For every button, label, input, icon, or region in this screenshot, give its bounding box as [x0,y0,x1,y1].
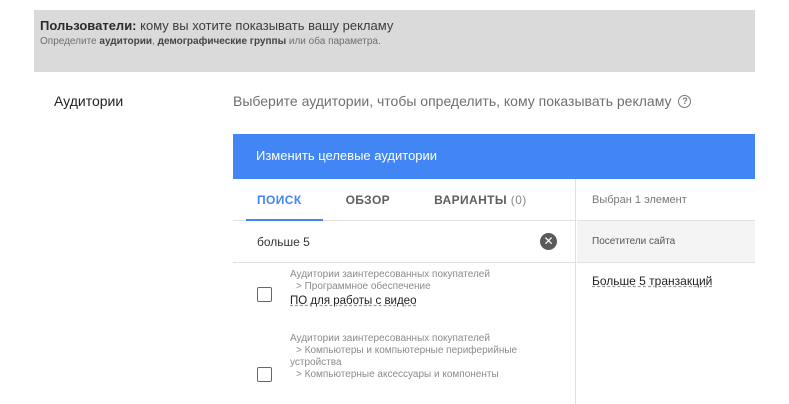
result-path-line: Аудитории заинтересованных покупателей [290,269,490,280]
tab-ideas-label: ВАРИАНТЫ [434,192,508,207]
tab-ideas-count: (0) [510,192,527,207]
audiences-label: Аудитории [54,93,124,109]
banner-sub-demographics: демографические группы [157,36,287,47]
banner-title: Пользователи: кому вы хотите показывать … [40,18,755,33]
audiences-description: Выберите аудитории, чтобы определить, ко… [233,93,692,109]
users-banner: Пользователи: кому вы хотите показывать … [34,10,755,72]
result-text: Аудитории заинтересованных покупателей >… [290,269,565,308]
selected-count: Выбран 1 элемент [577,179,755,221]
audiences-description-text: Выберите аудитории, чтобы определить, ко… [233,93,672,109]
tab-browse[interactable]: ОБЗОР [346,193,391,207]
result-path-line: устройства [290,357,342,368]
banner-title-bold: Пользователи: [40,18,137,33]
banner-sub-audiences: аудитории [99,36,153,47]
banner-sub-suffix: или оба параметра. [286,36,381,47]
result-checkbox[interactable] [257,367,272,382]
banner-subtitle: Определите аудитории, демографические гр… [40,36,755,47]
search-row: больше 5 ✕ [233,221,575,263]
tab-bar: ПОИСК ОБЗОР ВАРИАНТЫ (0) [233,179,575,221]
tab-ideas[interactable]: ВАРИАНТЫ (0) [434,193,527,207]
panel-header: Изменить целевые аудитории [233,134,755,179]
help-icon[interactable]: ? [678,94,692,108]
search-column: ПОИСК ОБЗОР ВАРИАНТЫ (0) больше 5 ✕ Ауди… [233,179,576,404]
result-path-line: > Программное обеспечение [296,281,431,292]
result-path-line: Аудитории заинтересованных покупателей [290,333,490,344]
clear-icon[interactable]: ✕ [540,233,557,250]
tab-search[interactable]: ПОИСК [257,193,302,207]
result-path-line: > Компьютеры и компьютерные периферийные [296,345,518,356]
selected-item-label: Больше 5 транзакций [592,274,713,288]
selected-column: Выбран 1 элемент Посетители сайта Больше… [577,179,755,404]
banner-title-rest: кому вы хотите показывать вашу рекламу [136,18,394,33]
result-text: Аудитории заинтересованных покупателей >… [290,333,565,381]
result-name[interactable]: ПО для работы с видео [290,295,416,307]
result-path-line: > Компьютерные аксессуары и компоненты [296,369,499,380]
banner-sub-prefix: Определите [40,36,100,47]
search-input[interactable]: больше 5 [257,235,310,249]
selected-group-header: Посетители сайта [577,221,755,263]
selected-item[interactable]: Больше 5 транзакций [577,263,755,288]
result-checkbox[interactable] [257,287,272,302]
